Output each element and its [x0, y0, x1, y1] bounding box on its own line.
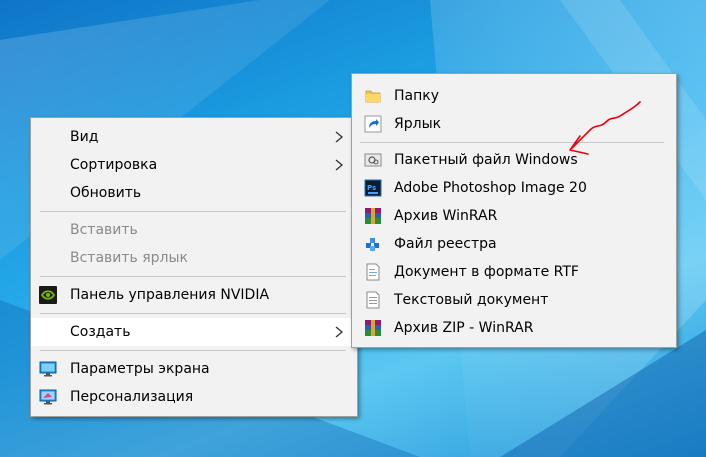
submenu-item-label: Пакетный файл Windows [394, 152, 578, 168]
submenu-item-rtf-document[interactable]: Документ в формате RTF [352, 258, 676, 286]
menu-separator [40, 350, 346, 351]
menu-item-label: Параметры экрана [70, 361, 210, 377]
desktop-context-menu: Вид Сортировка Обновить Вставить Вставит… [30, 117, 358, 417]
submenu-item-photoshop-image[interactable]: Ps Adobe Photoshop Image 20 [352, 174, 676, 202]
menu-separator [40, 276, 346, 277]
menu-item-display-settings[interactable]: Параметры экрана [31, 355, 357, 383]
submenu-item-label: Папку [394, 88, 440, 104]
menu-separator [40, 211, 346, 212]
submenu-item-label: Архив WinRAR [394, 208, 498, 224]
menu-item-label: Панель управления NVIDIA [70, 287, 270, 303]
submenu-item-label: Текстовый документ [394, 292, 549, 308]
menu-item-label: Сортировка [70, 157, 158, 173]
menu-separator [40, 313, 346, 314]
winrar-zip-icon [365, 320, 381, 336]
menu-item-paste-shortcut[interactable]: Вставить ярлык [31, 244, 357, 272]
batch-file-icon [364, 153, 382, 167]
submenu-item-label: Документ в формате RTF [394, 264, 579, 280]
rtf-document-icon [366, 263, 380, 281]
menu-item-label: Вставить [70, 222, 138, 238]
menu-item-label: Персонализация [70, 389, 194, 405]
photoshop-icon: Ps [364, 179, 382, 197]
folder-icon [365, 90, 381, 103]
text-document-icon [366, 291, 380, 309]
submenu-item-folder[interactable]: Папку [352, 82, 676, 110]
menu-item-personalization[interactable]: Персонализация [31, 383, 357, 411]
menu-item-label: Создать [70, 324, 131, 340]
registry-icon [366, 238, 379, 251]
display-settings-icon [39, 361, 57, 377]
winrar-icon [365, 208, 381, 224]
submenu-item-winrar-archive[interactable]: Архив WinRAR [352, 202, 676, 230]
menu-item-label: Обновить [70, 185, 142, 201]
shortcut-icon [364, 115, 382, 133]
submenu-item-text-document[interactable]: Текстовый документ [352, 286, 676, 314]
svg-text:Ps: Ps [367, 184, 376, 192]
menu-item-label: Вставить ярлык [70, 250, 189, 266]
submenu-item-zip-archive[interactable]: Архив ZIP - WinRAR [352, 314, 676, 342]
menu-item-create[interactable]: Создать [31, 318, 357, 346]
submenu-separator [360, 142, 664, 143]
personalization-icon [39, 389, 57, 405]
menu-item-nvidia-control-panel[interactable]: Панель управления NVIDIA [31, 281, 357, 309]
menu-item-sort[interactable]: Сортировка [31, 151, 357, 179]
submenu-item-label: Ярлык [394, 116, 442, 132]
nvidia-icon [39, 286, 57, 304]
chevron-right-icon [335, 131, 344, 143]
submenu-item-shortcut[interactable]: Ярлык [352, 110, 676, 138]
menu-item-paste[interactable]: Вставить [31, 216, 357, 244]
menu-item-view[interactable]: Вид [31, 123, 357, 151]
menu-item-refresh[interactable]: Обновить [31, 179, 357, 207]
create-submenu: Папку Ярлык Пакетный файл Windows Ps Ado… [351, 73, 677, 348]
desktop-background[interactable]: Вид Сортировка Обновить Вставить Вставит… [0, 0, 706, 457]
submenu-item-registry-file[interactable]: Файл реестра [352, 230, 676, 258]
submenu-item-batch-file[interactable]: Пакетный файл Windows [352, 146, 676, 174]
submenu-item-label: Архив ZIP - WinRAR [394, 320, 534, 336]
menu-item-label: Вид [70, 129, 99, 145]
submenu-item-label: Adobe Photoshop Image 20 [394, 180, 587, 196]
submenu-item-label: Файл реестра [394, 236, 497, 252]
chevron-right-icon [335, 159, 344, 171]
chevron-right-icon [335, 326, 344, 338]
